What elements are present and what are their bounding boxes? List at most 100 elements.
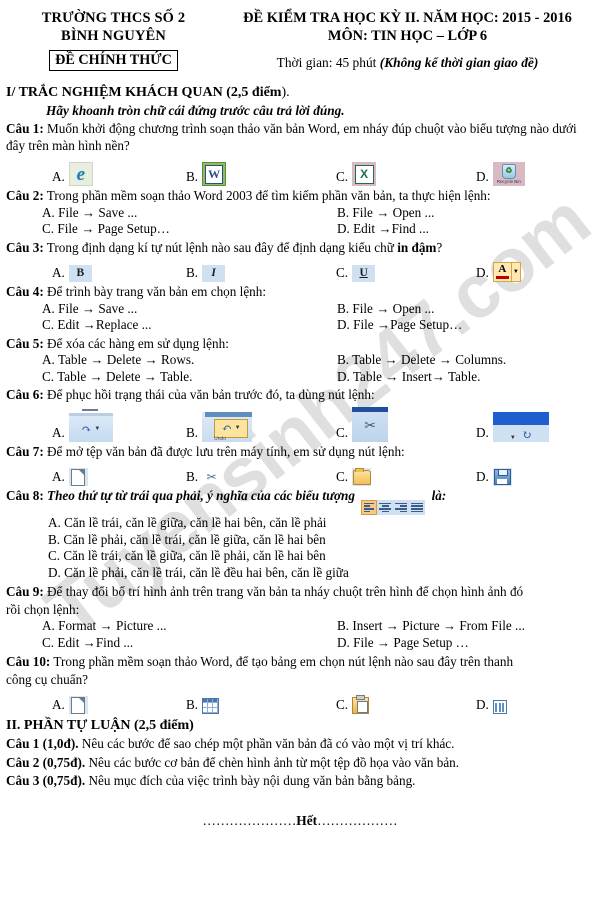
question-8-text-post: là: xyxy=(428,488,447,504)
question-4-label: Câu 4: xyxy=(6,284,44,300)
insert-table-icon xyxy=(202,698,220,715)
question-4-option-c[interactable]: C. Edit →Replace ... xyxy=(42,317,337,334)
question-2-option-b[interactable]: B. File → Open ... xyxy=(337,205,594,222)
question-10-option-a[interactable]: A. xyxy=(6,696,186,715)
question-3-option-a[interactable]: A. B xyxy=(6,265,186,283)
part1-heading-tail: ). xyxy=(281,85,290,101)
question-2: Câu 2: Trong phần mềm soạn thảo Word 200… xyxy=(6,188,594,204)
option-letter: A. xyxy=(52,469,65,485)
question-9-label: Câu 9: xyxy=(6,583,44,599)
italic-icon: I xyxy=(202,265,226,283)
question-10-text-line2: công cụ chuẩn? xyxy=(6,671,89,687)
question-4-option-a[interactable]: A. File → Save ... xyxy=(42,301,337,318)
question-6-option-d[interactable]: D. ▼ ↻ xyxy=(476,411,594,442)
part1-heading-bold: I/ TRẮC NGHIỆM KHÁCH QUAN (2,5 điểm xyxy=(6,85,282,101)
question-3-option-c[interactable]: C. U xyxy=(336,265,476,283)
question-7-options: A. B. ✂ C. D. xyxy=(6,462,594,487)
underline-icon: U xyxy=(352,265,376,283)
exam-duration: Thời gian: 45 phút (Không kể thời gian g… xyxy=(221,55,594,71)
option-letter: B. xyxy=(186,424,199,440)
question-6-text: Để phục hồi trạng thái của văn bản trước… xyxy=(43,387,375,403)
question-9-text-line1: Để thay đổi bố trí hình ảnh trên trang v… xyxy=(43,583,524,599)
question-7-option-c[interactable]: C. xyxy=(336,467,476,487)
align-left-icon xyxy=(361,500,378,516)
question-7-text: Để mở tệp văn bản đã được lưu trên máy t… xyxy=(43,443,405,459)
footer-dots-right: ……………… xyxy=(317,813,398,829)
part2-question-3-label: Câu 3 (0,75đ). xyxy=(6,772,86,788)
question-10: Câu 10: Trong phần mềm soạn thảo Word, đ… xyxy=(6,654,594,670)
question-9-text-line2-row: rồi chọn lệnh: xyxy=(6,602,594,618)
question-4-option-d[interactable]: D. File →Page Setup… xyxy=(337,317,594,334)
question-2-option-d[interactable]: D. Edit →Find ... xyxy=(337,221,594,238)
question-6-option-b[interactable]: B. ↶ ▼ Undo xyxy=(186,411,336,442)
question-3-option-b[interactable]: B. I xyxy=(186,265,336,283)
question-10-options: A. B. C. D. xyxy=(6,690,594,715)
part2-question-1: Câu 1 (1,0đ). Nêu các bước để sao chép m… xyxy=(6,736,594,752)
question-5-option-b[interactable]: B. Table → Delete → Columns. xyxy=(337,352,594,369)
part2-heading: II. PHẦN TỰ LUẬN (2,5 điểm) xyxy=(6,718,194,734)
question-2-options: A. File → Save ... C. File → Page Setup…… xyxy=(42,205,594,238)
question-1-option-a[interactable]: A. e xyxy=(6,162,186,187)
recycle-bin-icon: ♻ Recycle Bin xyxy=(492,162,525,187)
question-3-options: A. B B. I C. U D. A ▼ xyxy=(6,258,594,283)
official-exam-badge: ĐỀ CHÍNH THỨC xyxy=(49,50,178,72)
question-8-label: Câu 8: xyxy=(6,488,44,504)
question-1-option-b[interactable]: B. W xyxy=(186,162,336,187)
font-color-letter: A xyxy=(498,263,507,276)
question-5-option-a[interactable]: A. Table → Delete → Rows. xyxy=(42,352,337,369)
question-2-label: Câu 2: xyxy=(6,188,44,204)
question-2-option-a[interactable]: A. File → Save ... xyxy=(42,205,337,222)
question-8-option-a[interactable]: A. Căn lề trái, căn lề giữa, căn lề hai … xyxy=(48,515,594,532)
question-4-option-b[interactable]: B. File → Open ... xyxy=(337,301,594,318)
question-1-label: Câu 1: xyxy=(6,121,44,137)
question-10-option-b[interactable]: B. xyxy=(186,697,336,715)
question-8-option-b[interactable]: B. Căn lề phải, căn lề trái, căn lề giữa… xyxy=(48,532,594,549)
question-4-options: A. File → Save ... C. Edit →Replace ... … xyxy=(42,301,594,334)
part1-instruction: Hãy khoanh tròn chữ cái đứng trước câu t… xyxy=(46,103,345,119)
question-5-text: Để xóa các hàng em sử dụng lệnh: xyxy=(43,335,229,351)
document-header: TRƯỜNG THCS SỐ 2 BÌNH NGUYÊN ĐỀ CHÍNH TH… xyxy=(6,9,594,72)
align-right-icon xyxy=(393,500,410,516)
exam-page: TRƯỜNG THCS SỐ 2 BÌNH NGUYÊN ĐỀ CHÍNH TH… xyxy=(0,0,600,829)
question-8-text-pre: Theo thứ tự từ trái qua phải, ý nghĩa củ… xyxy=(43,488,359,504)
bold-icon: B xyxy=(68,265,92,283)
question-8-option-c[interactable]: C. Căn lề trái, căn lề giữa, căn lề phải… xyxy=(48,548,594,565)
option-letter: C. xyxy=(336,469,349,485)
question-9-options: A. Format → Picture ... C. Edit →Find ..… xyxy=(42,618,594,651)
part2-question-3: Câu 3 (0,75đ). Nêu mục đích của việc trì… xyxy=(6,773,594,789)
footer-end-word: Hết xyxy=(296,813,318,829)
question-8-option-d[interactable]: D. Căn lề phải, căn lề trái, căn lề đều … xyxy=(48,565,594,582)
question-6-option-c[interactable]: C. ✂ xyxy=(336,406,476,442)
school-name-line1: TRƯỜNG THCS SỐ 2 xyxy=(41,10,186,26)
question-1-option-c[interactable]: C. X xyxy=(336,162,476,187)
redo-toolbar-icon: ↷ ▼ xyxy=(68,408,113,442)
question-9-text-line2: rồi chọn lệnh: xyxy=(6,601,80,617)
question-7-option-b[interactable]: B. ✂ xyxy=(186,468,336,486)
question-5-options: A. Table → Delete → Rows. C. Table → Del… xyxy=(42,352,594,385)
question-7-option-a[interactable]: A. xyxy=(6,468,186,487)
question-7-option-d[interactable]: D. xyxy=(476,468,594,487)
question-10-option-c[interactable]: C. xyxy=(336,695,476,715)
exam-subject: MÔN: TIN HỌC – LỚP 6 xyxy=(327,28,488,45)
question-5-option-c[interactable]: C. Table → Delete → Table. xyxy=(42,369,337,386)
question-6-option-a[interactable]: A. ↷ ▼ xyxy=(6,408,186,442)
question-3-option-d[interactable]: D. A ▼ xyxy=(476,262,594,283)
option-letter: B. xyxy=(186,469,199,485)
part2-question-2: Câu 2 (0,75đ). Nêu các bước cơ bản để ch… xyxy=(6,755,594,771)
question-9-option-b[interactable]: B. Insert → Picture → From File ... xyxy=(337,618,594,635)
option-letter: A. xyxy=(52,697,65,713)
option-letter: C. xyxy=(336,265,349,281)
question-9-option-c[interactable]: C. Edit →Find ... xyxy=(42,635,337,652)
question-1-option-d[interactable]: D. ♻ Recycle Bin xyxy=(476,162,594,187)
question-9-option-a[interactable]: A. Format → Picture ... xyxy=(42,618,337,635)
microsoft-word-icon: W xyxy=(202,162,227,187)
question-9: Câu 9: Để thay đổi bố trí hình ảnh trên … xyxy=(6,584,594,600)
question-2-option-c[interactable]: C. File → Page Setup… xyxy=(42,221,337,238)
question-5-option-d[interactable]: D. Table → Insert→ Table. xyxy=(337,369,594,386)
question-10-label: Câu 10: xyxy=(6,653,51,669)
option-letter: B. xyxy=(186,697,199,713)
question-9-option-d[interactable]: D. File → Page Setup … xyxy=(337,635,594,652)
question-2-text: Trong phần mềm soạn thảo Word 2003 để tì… xyxy=(43,188,491,204)
alignment-icon-group xyxy=(361,500,426,516)
question-10-option-d[interactable]: D. xyxy=(476,697,594,715)
